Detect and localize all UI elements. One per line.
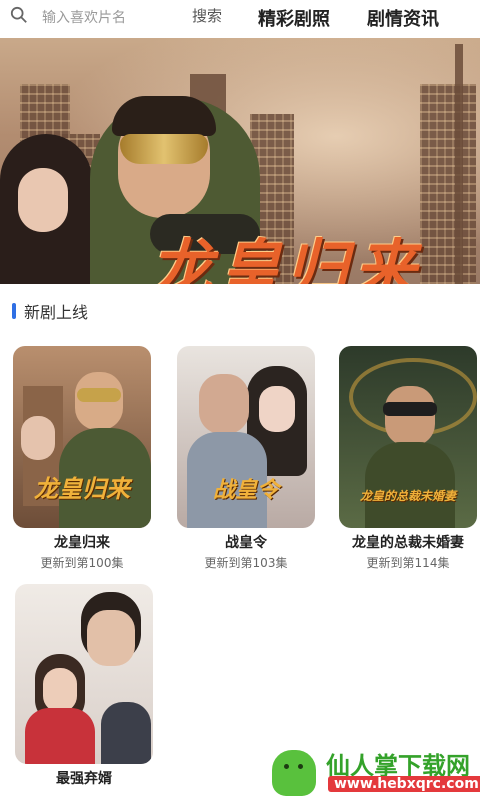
- top-bar: 输入喜欢片名 搜索 精彩剧照 剧情资讯: [0, 0, 480, 36]
- drama-title: 战皇令: [225, 535, 267, 551]
- search-input[interactable]: 输入喜欢片名: [42, 7, 126, 27]
- banner[interactable]: 龙皇归来: [0, 38, 480, 284]
- watermark-url: www.hebxqrc.com: [328, 776, 480, 792]
- drama-episodes: 更新到第103集: [204, 556, 288, 570]
- mask-icon: [120, 134, 208, 164]
- building: [455, 44, 463, 284]
- drama-episodes: 更新到第100集: [40, 556, 124, 570]
- tab-news[interactable]: 剧情资讯: [367, 5, 439, 31]
- tab-stills[interactable]: 精彩剧照: [258, 5, 330, 31]
- section-accent-bar: [12, 303, 16, 319]
- drama-card[interactable]: 战皇令 战皇令 更新到第103集: [177, 346, 315, 571]
- building: [420, 84, 476, 284]
- poster-title: 龙皇的总裁未婚妻: [359, 489, 456, 503]
- poster-title: 龙皇归来: [34, 474, 130, 503]
- watermark: 仙人掌下载网 www.hebxqrc.com: [268, 742, 480, 800]
- drama-card[interactable]: 最强弃婿: [15, 584, 153, 790]
- section-heading: 新剧上线: [12, 300, 88, 322]
- drama-poster[interactable]: 龙皇的总裁未婚妻: [339, 346, 477, 528]
- cactus-logo-icon: [272, 750, 316, 796]
- drama-title: 最强弃婿: [56, 771, 112, 787]
- search-icon[interactable]: [10, 6, 28, 28]
- drama-poster[interactable]: 战皇令: [177, 346, 315, 528]
- drama-episodes: 更新到第114集: [366, 556, 450, 570]
- section-title: 新剧上线: [24, 303, 89, 322]
- drama-poster[interactable]: 龙皇归来: [13, 346, 151, 528]
- search-button[interactable]: 搜索: [192, 5, 222, 26]
- drama-title: 龙皇的总裁未婚妻: [352, 535, 464, 551]
- drama-title: 龙皇归来: [54, 535, 110, 551]
- drama-poster[interactable]: [15, 584, 153, 764]
- drama-card[interactable]: 龙皇的总裁未婚妻 龙皇的总裁未婚妻 更新到第114集: [339, 346, 477, 571]
- poster-title: 战皇令: [212, 477, 279, 503]
- banner-title: 龙皇归来: [150, 232, 423, 284]
- drama-card[interactable]: 龙皇归来 龙皇归来 更新到第100集: [13, 346, 151, 571]
- search-box[interactable]: 输入喜欢片名 搜索: [10, 4, 242, 30]
